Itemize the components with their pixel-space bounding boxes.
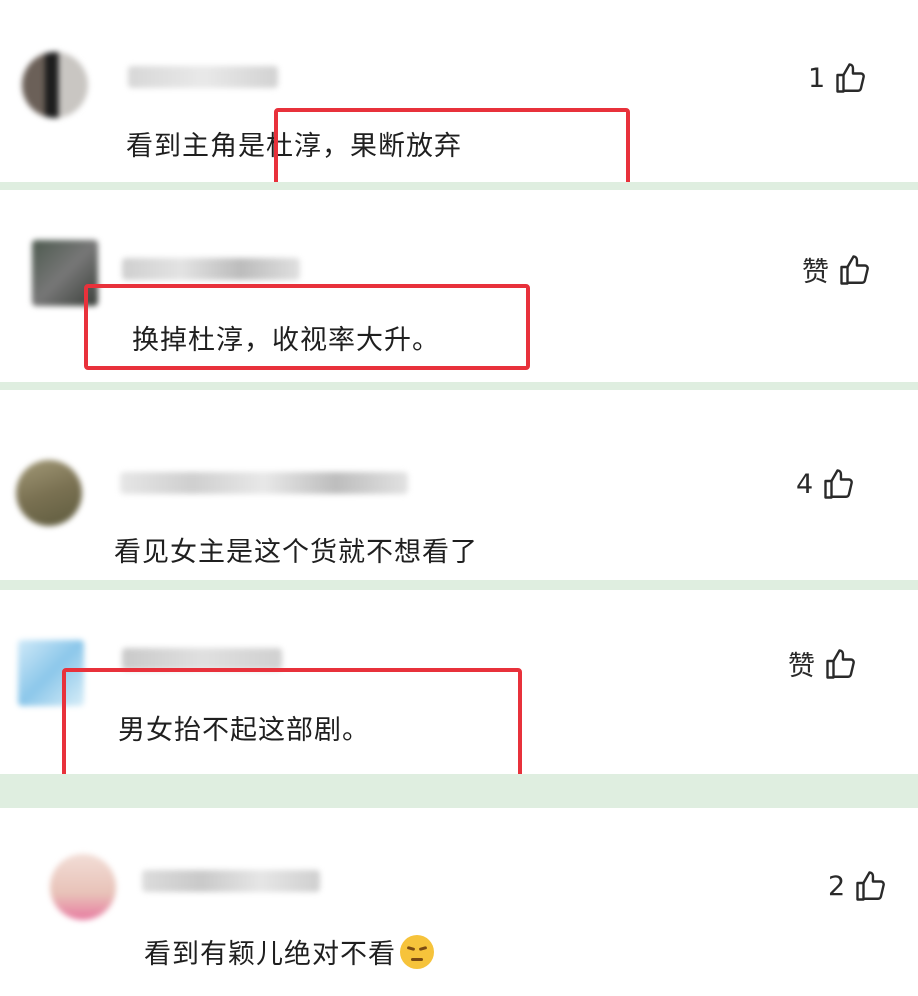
comment-item: 看见女主是这个货就不想看了 4 bbox=[0, 390, 918, 580]
comment-text: 看到有颖儿绝对不看 bbox=[144, 932, 434, 971]
highlight-box bbox=[84, 284, 530, 370]
thumbs-up-icon bbox=[840, 254, 869, 285]
divider bbox=[0, 382, 918, 390]
like-button[interactable]: 4 bbox=[796, 466, 857, 502]
divider bbox=[0, 580, 918, 590]
username-blurred[interactable] bbox=[122, 648, 282, 670]
annoyed-face-emoji-icon bbox=[400, 935, 434, 969]
avatar[interactable] bbox=[50, 854, 116, 920]
like-count: 4 bbox=[796, 468, 814, 500]
like-count: 1 bbox=[808, 62, 826, 94]
comment-text-content: 看到有颖儿绝对不看 bbox=[144, 939, 396, 970]
username-blurred[interactable] bbox=[120, 472, 408, 494]
like-button[interactable]: 2 bbox=[828, 868, 889, 904]
thumbs-up-icon bbox=[826, 648, 855, 679]
like-label: 赞 bbox=[788, 651, 815, 682]
divider bbox=[0, 774, 918, 808]
thumbs-up-icon bbox=[824, 469, 854, 499]
thumbs-up-icon bbox=[836, 63, 866, 93]
like-label: 赞 bbox=[802, 257, 829, 288]
like-button[interactable]: 赞 bbox=[788, 644, 859, 683]
comment-item: 看到有颖儿绝对不看 2 bbox=[0, 808, 918, 996]
comment-text: 看见女主是这个货就不想看了 bbox=[114, 537, 478, 568]
username-blurred[interactable] bbox=[142, 870, 320, 892]
thumbs-up-icon bbox=[856, 871, 886, 901]
highlight-box bbox=[274, 108, 630, 188]
avatar[interactable] bbox=[22, 52, 88, 118]
like-button[interactable]: 赞 bbox=[802, 250, 873, 289]
avatar[interactable] bbox=[16, 460, 82, 526]
username-blurred[interactable] bbox=[128, 66, 278, 88]
divider bbox=[0, 182, 918, 190]
like-count: 2 bbox=[828, 870, 846, 902]
like-button[interactable]: 1 bbox=[808, 60, 869, 96]
username-blurred[interactable] bbox=[122, 258, 300, 280]
